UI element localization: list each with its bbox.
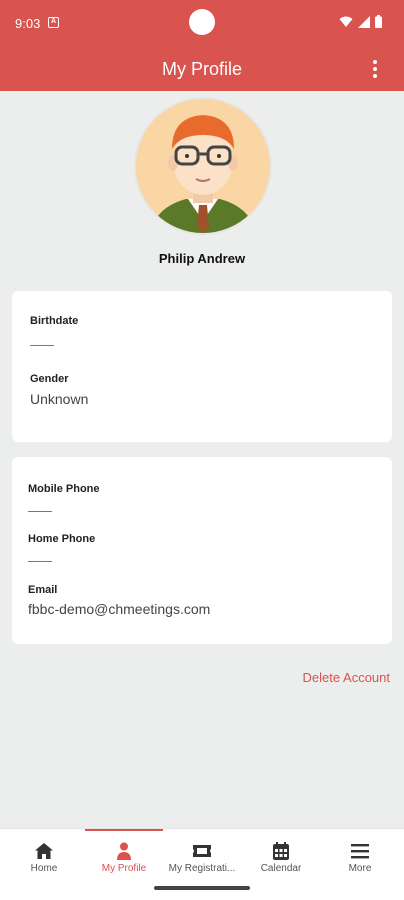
wifi-icon bbox=[339, 16, 353, 27]
home-indicator[interactable] bbox=[154, 886, 250, 890]
camera-cutout bbox=[189, 9, 215, 35]
menu-icon bbox=[351, 844, 369, 859]
contact-info-card: Mobile Phone Home Phone Email fbbc-demo@… bbox=[12, 457, 392, 644]
nav-label-more: More bbox=[348, 863, 372, 874]
status-time: 9:03 bbox=[15, 16, 41, 31]
nav-item-my-profile[interactable]: My Profile bbox=[84, 829, 164, 877]
ticket-icon bbox=[193, 845, 211, 857]
avatar bbox=[134, 97, 272, 235]
calendar-icon bbox=[273, 842, 289, 860]
status-icons bbox=[339, 15, 382, 28]
mobile-phone-empty-value bbox=[28, 511, 52, 512]
nav-item-home[interactable]: Home bbox=[4, 829, 84, 877]
nav-item-more[interactable]: More bbox=[320, 829, 400, 877]
status-bar: 9:03 A bbox=[0, 0, 404, 46]
profile-name: Philip Andrew bbox=[158, 251, 246, 266]
personal-info-card: Birthdate Gender Unknown bbox=[12, 291, 392, 442]
more-options-icon[interactable] bbox=[368, 59, 382, 79]
home-phone-label: Home Phone bbox=[28, 533, 96, 545]
gender-value: Unknown bbox=[30, 391, 89, 407]
nav-label-home: Home bbox=[30, 863, 58, 874]
person-icon bbox=[117, 842, 131, 860]
delete-account-link[interactable]: Delete Account bbox=[303, 670, 390, 685]
gender-label: Gender bbox=[30, 373, 69, 385]
signal-icon bbox=[358, 15, 370, 28]
nav-item-calendar[interactable]: Calendar bbox=[241, 829, 321, 877]
birthdate-empty-value bbox=[30, 345, 54, 346]
home-icon bbox=[35, 843, 53, 859]
page-title: My Profile bbox=[161, 59, 242, 79]
top-header: 9:03 A My Profile bbox=[0, 0, 404, 91]
nav-label-my-profile: My Profile bbox=[101, 863, 147, 874]
email-label: Email bbox=[28, 584, 58, 596]
nav-item-my-registrations[interactable]: My Registrati... bbox=[162, 829, 242, 877]
email-value: fbbc-demo@chmeetings.com bbox=[28, 601, 211, 617]
nav-label-calendar: Calendar bbox=[260, 863, 302, 874]
home-phone-empty-value bbox=[28, 561, 52, 562]
birthdate-label: Birthdate bbox=[30, 315, 79, 327]
mobile-phone-label: Mobile Phone bbox=[28, 483, 100, 495]
nav-label-my-registrations: My Registrati... bbox=[168, 863, 236, 874]
notification-icon: A bbox=[48, 17, 59, 28]
avatar-illustration bbox=[136, 99, 270, 233]
battery-icon bbox=[375, 15, 382, 28]
